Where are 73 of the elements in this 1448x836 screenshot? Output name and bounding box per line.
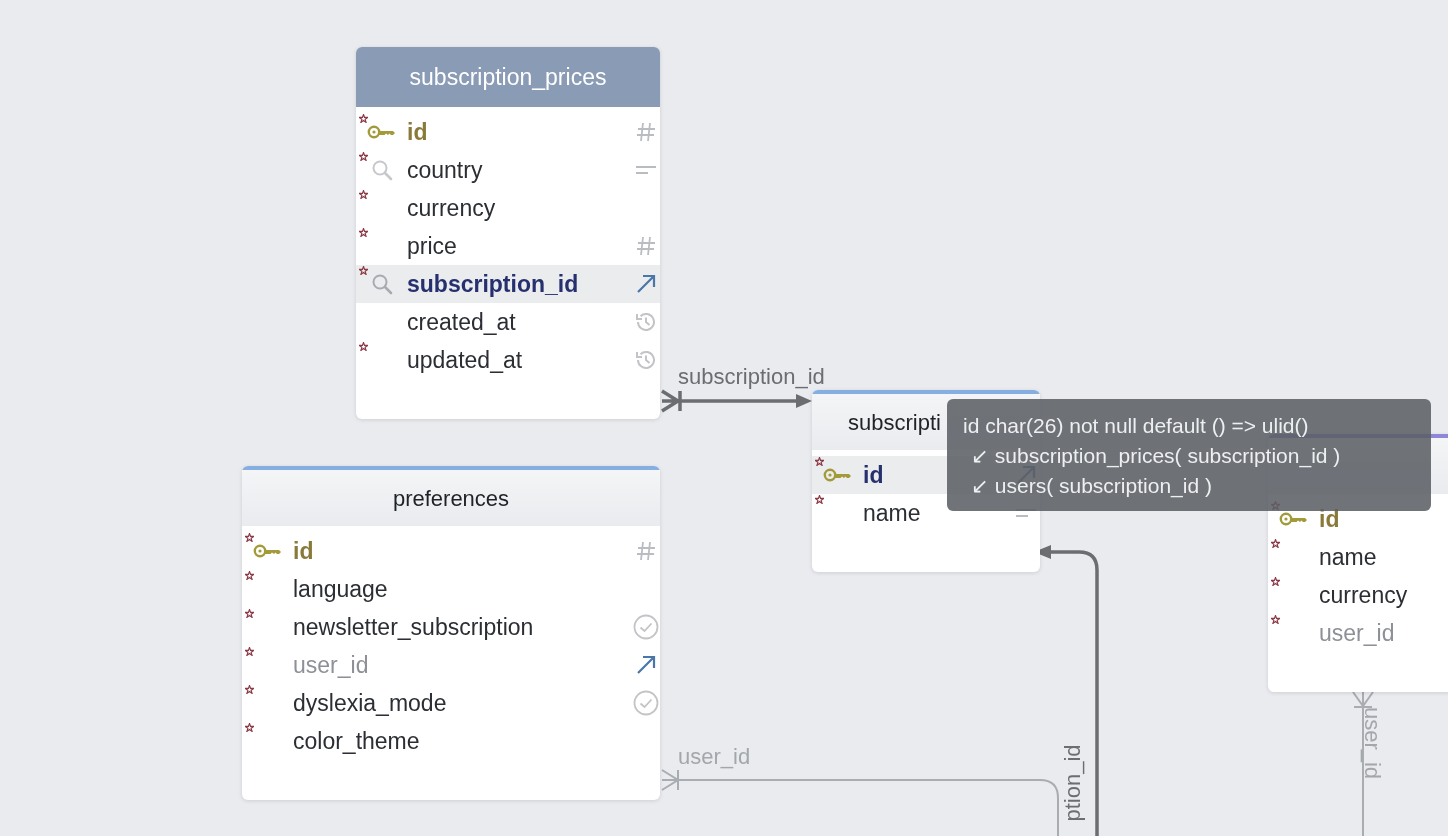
required-star-icon — [245, 609, 254, 618]
column-name: id — [863, 460, 884, 490]
required-star-icon — [245, 723, 254, 732]
diagonal-arrow-icon — [635, 273, 657, 295]
required-star-icon — [359, 228, 368, 237]
required-star-icon — [245, 647, 254, 656]
column-name: name — [1319, 542, 1377, 572]
key-icon — [252, 544, 283, 558]
required-star-icon — [815, 457, 824, 466]
column-name: dyslexia_mode — [293, 688, 447, 718]
column-name: currency — [1319, 580, 1408, 610]
column-name: newsletter_subscription — [293, 612, 534, 642]
column-name: subscription_id — [407, 269, 579, 299]
required-star-icon — [245, 685, 254, 694]
history-icon — [634, 348, 658, 372]
column-name: currency — [407, 193, 496, 223]
column-name: color_theme — [293, 726, 420, 756]
required-star-icon — [1271, 539, 1280, 548]
column-row[interactable]: price — [356, 227, 660, 265]
column-row[interactable]: updated_at — [356, 341, 660, 379]
column-row[interactable]: currency — [356, 189, 660, 227]
column-row[interactable]: color_theme — [242, 722, 660, 760]
column-name: name — [863, 498, 921, 528]
hash-icon — [635, 540, 657, 562]
history-icon — [634, 310, 658, 334]
required-star-icon — [359, 152, 368, 161]
text-lines-icon — [635, 165, 657, 175]
column-row[interactable]: id — [242, 532, 660, 570]
column-row[interactable]: id — [356, 113, 660, 151]
required-star-icon — [1271, 615, 1280, 624]
column-name: id — [407, 117, 428, 147]
column-name: user_id — [293, 650, 369, 680]
required-star-icon — [359, 266, 368, 275]
column-name: language — [293, 574, 388, 604]
column-row[interactable]: dyslexia_mode — [242, 684, 660, 722]
column-row[interactable]: language — [242, 570, 660, 608]
required-star-icon — [359, 114, 368, 123]
required-star-icon — [359, 190, 368, 199]
diagonal-arrow-icon — [635, 654, 657, 676]
check-circle-icon — [633, 690, 659, 716]
table-card[interactable]: subscription_prices id country currency price subscription_id created_at updated_at — [356, 47, 660, 419]
column-name: price — [407, 231, 457, 261]
column-name: id — [293, 536, 314, 566]
required-star-icon — [245, 571, 254, 580]
required-star-icon — [1271, 577, 1280, 586]
required-star-icon — [359, 342, 368, 351]
key-icon — [1278, 512, 1309, 526]
search-icon — [370, 159, 393, 181]
column-row[interactable]: created_at — [356, 303, 660, 341]
table-header[interactable]: preferences — [242, 470, 660, 526]
key-icon — [366, 125, 397, 139]
column-row[interactable]: currency — [1268, 576, 1448, 614]
table-card[interactable]: preferences id language newsletter_subscription user_id dyslexia_mode color_theme — [242, 466, 660, 800]
column-name: country — [407, 155, 483, 185]
column-name: created_at — [407, 307, 516, 337]
relation-label: user_id — [678, 744, 751, 770]
relation-label: user_id — [1359, 706, 1386, 780]
check-circle-icon — [633, 614, 659, 640]
column-row[interactable]: newsletter_subscription — [242, 608, 660, 646]
column-row[interactable]: name — [1268, 538, 1448, 576]
column-row[interactable]: subscription_id — [356, 265, 660, 303]
search-icon — [370, 273, 393, 295]
column-row[interactable]: country — [356, 151, 660, 189]
hash-icon — [635, 235, 657, 257]
column-name: id — [1319, 504, 1340, 534]
column-name: updated_at — [407, 345, 523, 375]
column-name: user_id — [1319, 618, 1395, 648]
hash-icon — [635, 121, 657, 143]
required-star-icon — [815, 495, 824, 504]
required-star-icon — [245, 533, 254, 542]
relation-label: ption_id — [1059, 744, 1086, 822]
relation-label: subscription_id — [678, 364, 825, 390]
key-icon — [822, 468, 853, 482]
